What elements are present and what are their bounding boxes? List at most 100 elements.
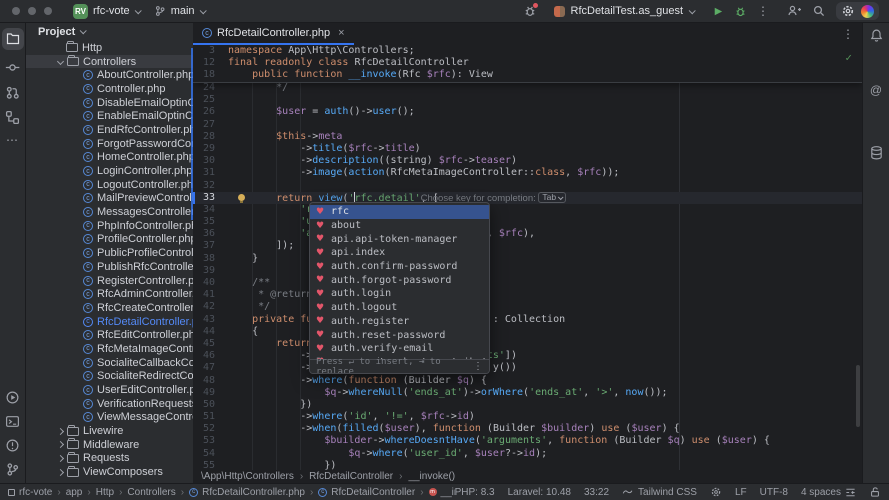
code-line[interactable]: 37]); [193, 240, 862, 252]
intention-bulb-icon[interactable] [238, 194, 245, 201]
tree-folder-item[interactable]: Http [26, 41, 193, 55]
code-line[interactable]: 39 [193, 265, 862, 277]
code-line[interactable]: 50}) [193, 399, 862, 411]
code-line[interactable]: 44{ [193, 326, 862, 338]
code-line[interactable]: 25 [193, 94, 862, 106]
php-version-widget[interactable]: PHP: 8.3 [455, 487, 495, 498]
tree-file-item[interactable]: cAboutController.php [26, 68, 193, 82]
code-line[interactable]: 12final readonly class RfcDetailControll… [193, 57, 862, 69]
branch-widget[interactable]: main [147, 3, 212, 19]
tree-file-item[interactable]: cSocialiteRedirectController.php [26, 370, 193, 384]
code-line[interactable]: 51->where('id', '!=', $rfc->id) [193, 411, 862, 423]
code-line[interactable]: 46->witnts']) [193, 350, 862, 362]
run-tool-icon[interactable] [5, 390, 20, 405]
tree-file-item[interactable]: cViewMessageController.php [26, 411, 193, 425]
settings-gear-icon[interactable] [841, 4, 855, 18]
problems-tool-icon[interactable] [5, 438, 20, 453]
tree-file-item[interactable]: cRfcMetaImageController.php [26, 342, 193, 356]
completion-item[interactable]: ♥api.index [310, 246, 489, 260]
close-tab-icon[interactable]: × [338, 27, 344, 39]
tree-file-item[interactable]: cEndRfcController.php [26, 123, 193, 137]
terminal-tool-icon[interactable] [5, 414, 20, 429]
status-breadcrumb-item[interactable]: cRfcDetailController.php [189, 487, 305, 498]
minimize-window-icon[interactable] [28, 7, 36, 15]
code-line[interactable]: 47->whey()) [193, 362, 862, 374]
code-line[interactable]: 43private funct: Collection [193, 314, 862, 326]
completion-item[interactable]: ♥about [310, 219, 489, 233]
tree-file-item[interactable]: cProfileController.php [26, 233, 193, 247]
code-line[interactable]: 53$builder->whereDoesntHave('arguments',… [193, 435, 862, 447]
tree-file-item[interactable]: cPublishRfcController.php [26, 260, 193, 274]
code-line[interactable]: 34'rfc' [193, 204, 862, 216]
chevron-right-icon[interactable] [57, 455, 64, 462]
tree-file-item[interactable]: cForgotPasswordController.php [26, 137, 193, 151]
code-line[interactable]: 45return Rf [193, 338, 862, 350]
breadcrumb-item[interactable]: __invoke() [408, 471, 455, 482]
run-button[interactable] [711, 5, 724, 18]
code-line[interactable]: 40/** [193, 277, 862, 289]
search-everywhere-icon[interactable] [812, 4, 826, 18]
code-line[interactable]: 26$user = auth()->user(); [193, 106, 862, 118]
completion-item[interactable]: ♥rfc [310, 205, 489, 219]
encoding-widget[interactable]: UTF-8 [760, 487, 788, 498]
status-breadcrumb-item[interactable]: Controllers [127, 487, 175, 498]
code-editor[interactable]: 24*/2526$user = auth()->user();2728$this… [193, 45, 862, 470]
indent-widget[interactable]: 4 spaces [801, 487, 856, 498]
code-line[interactable]: 38} [193, 253, 862, 265]
tree-file-item[interactable]: cUserEditController.php [26, 383, 193, 397]
structure-tool-icon[interactable] [5, 110, 20, 125]
tree-folder-item[interactable]: Controllers [26, 55, 193, 69]
code-line[interactable]: 35'user [193, 216, 862, 228]
laravel-version-widget[interactable]: Laravel: 10.48 [508, 487, 571, 498]
tree-file-item[interactable]: cController.php [26, 82, 193, 96]
status-breadcrumb-item[interactable]: app [66, 487, 83, 498]
tree-file-item[interactable]: cDisableEmailOptinController.php [26, 96, 193, 110]
chevron-right-icon[interactable] [57, 469, 64, 476]
chevron-right-icon[interactable] [57, 441, 64, 448]
tree-file-item[interactable]: cRfcDetailController.php [26, 315, 193, 329]
ai-assistant-icon[interactable]: @ [870, 83, 882, 97]
tree-folder-item[interactable]: Middleware [26, 438, 193, 452]
tree-file-item[interactable]: cRfcEditController.php [26, 328, 193, 342]
commit-tool-icon[interactable] [5, 60, 20, 75]
code-line[interactable]: 18public function __invoke(Rfc $rfc): Vi… [193, 69, 862, 81]
code-line[interactable]: 29->title($rfc->title) [193, 143, 862, 155]
status-breadcrumb-item[interactable]: m__invoke [429, 487, 455, 498]
lock-icon[interactable] [869, 486, 881, 498]
tree-file-item[interactable]: cPublicProfileController.php [26, 246, 193, 260]
close-window-icon[interactable] [12, 7, 20, 15]
tree-folder-item[interactable]: Requests [26, 452, 193, 466]
chevron-right-icon[interactable] [57, 428, 64, 435]
tree-file-item[interactable]: cLoginController.php [26, 164, 193, 178]
tree-file-item[interactable]: cSocialiteCallbackController.php [26, 356, 193, 370]
breadcrumb-item[interactable]: RfcDetailController [309, 471, 393, 482]
tree-file-item[interactable]: cMessagesController.php [26, 205, 193, 219]
code-line[interactable]: 55}) [193, 460, 862, 470]
caret-position-widget[interactable]: 33:22 [584, 487, 609, 498]
code-line[interactable]: 36'addir, $rfc), [193, 228, 862, 240]
notifications-bell-icon[interactable] [869, 28, 884, 43]
database-tool-icon[interactable] [869, 145, 884, 161]
code-line[interactable]: 30->description((string) $rfc->teaser) [193, 155, 862, 167]
tree-file-item[interactable]: cEnableEmailOptinController.php [26, 109, 193, 123]
tree-file-item[interactable]: cPhpInfoController.php [26, 219, 193, 233]
pull-requests-tool-icon[interactable] [5, 85, 20, 100]
code-line[interactable]: 48->where(function (Builder $q) { [193, 375, 862, 387]
formatter-gear-icon[interactable] [710, 486, 722, 498]
breadcrumb-item[interactable]: \App\Http\Controllers [201, 471, 294, 482]
tree-file-item[interactable]: cVerificationRequestsAdminController.php [26, 397, 193, 411]
more-run-actions-icon[interactable]: ⋮ [757, 6, 769, 16]
code-line[interactable]: 31->image(action(RfcMetaImageController:… [193, 167, 862, 179]
editor-scrollbar[interactable] [856, 365, 860, 427]
code-line[interactable]: 28$this->meta [193, 131, 862, 143]
completion-key-chip[interactable]: Tab [538, 192, 566, 203]
tree-file-item[interactable]: cRfcCreateController.php [26, 301, 193, 315]
code-line[interactable]: 32 [193, 180, 862, 192]
code-line[interactable]: 33return view('rfc.detail', [Choose key … [193, 192, 862, 204]
code-line[interactable]: 41 * @return Co [193, 289, 862, 301]
xdebug-listener-icon[interactable] [523, 4, 537, 18]
tailwind-widget[interactable]: Tailwind CSS [622, 487, 697, 498]
code-line[interactable]: 27 [193, 119, 862, 131]
user-avatar[interactable] [861, 5, 874, 18]
line-ending-widget[interactable]: LF [735, 487, 747, 498]
